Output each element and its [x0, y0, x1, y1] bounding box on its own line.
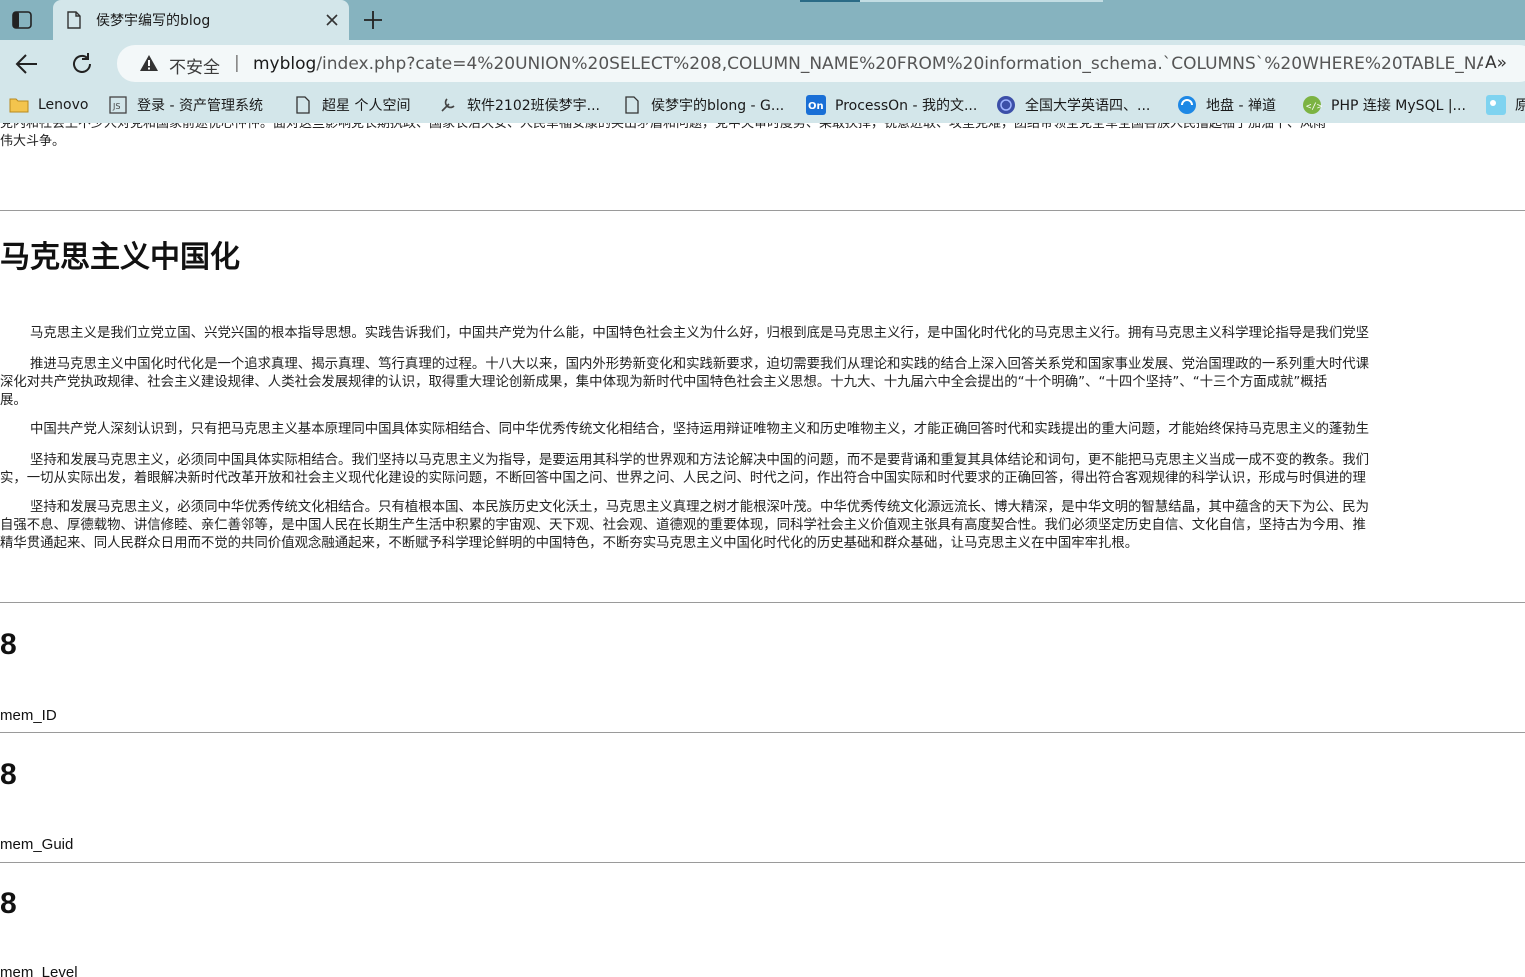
page-content: 党内和社会上不少人对党和国家前途忧心忡忡。面对这些影响党长期执政、国家长治久安、… [0, 123, 1525, 977]
bookmark-label: 登录 - 资产管理系统 [137, 98, 263, 114]
folder-icon [9, 95, 29, 115]
bookmark-label: 软件2102班侯梦宇... [467, 98, 600, 114]
text-line: 坚持和发展马克思主义，必须同中华优秀传统文化相结合。只有植根本国、本民族历史文化… [30, 500, 1370, 515]
text-line: 马克思主义是我们立党立国、兴党兴国的根本指导思想。实践告诉我们，中国共产党为什么… [30, 326, 1370, 341]
bookmark-item[interactable]: </> PHP 连接 MySQL |... [1302, 95, 1466, 115]
reload-icon[interactable] [69, 51, 95, 77]
divider [0, 602, 1525, 603]
tab-actions-icon[interactable] [8, 8, 36, 32]
paragraph: 坚持和发展马克思主义，必须同中华优秀传统文化相结合。只有植根本国、本民族历史文化… [0, 499, 1525, 553]
new-tab-icon[interactable] [360, 8, 386, 32]
url-host: myblog [253, 54, 317, 74]
address-bar[interactable]: 不安全 | myblog/index.php?cate=4%20UNION%20… [117, 45, 1525, 82]
navigation-bar: 不安全 | myblog/index.php?cate=4%20UNION%20… [0, 40, 1525, 87]
active-tab[interactable]: 侯梦宇编写的blog [53, 0, 349, 40]
processon-icon: On [806, 95, 826, 115]
svg-text:</>: </> [1306, 102, 1322, 112]
page-icon [67, 11, 81, 33]
bookmark-label: 地盘 - 禅道 [1206, 98, 1276, 114]
tool-icon [438, 95, 458, 115]
paragraph: 推进马克思主义中国化时代化是一个追求真理、揭示真理、笃行真理的过程。十八大以来，… [0, 356, 1525, 410]
paragraph: 马克思主义是我们立党立国、兴党兴国的根本指导思想。实践告诉我们，中国共产党为什么… [0, 325, 1525, 343]
text-line: 伟大斗争。 [0, 134, 66, 149]
tab-title: 侯梦宇编写的blog [96, 13, 211, 29]
result-content: mem_Level [0, 964, 78, 977]
loading-indicator [800, 0, 860, 2]
result-content: mem_Guid [0, 836, 74, 853]
loading-indicator-track [860, 0, 1103, 2]
previous-article-tail: 党内和社会上不少人对党和国家前途忧心忡忡。面对这些影响党长期执政、国家长治久安、… [0, 123, 1525, 151]
text-line: 自强不息、厚德载物、讲信修睦、亲仁善邻等，是中国人民在长期生产生活中积累的宇宙观… [0, 518, 1366, 533]
text-line: 展。 [0, 393, 27, 408]
svg-text:JS: JS [112, 102, 120, 111]
image-icon [1486, 95, 1506, 115]
close-tab-icon[interactable] [323, 11, 341, 29]
text-line: 党内和社会上不少人对党和国家前途忧心忡忡。面对这些影响党长期执政、国家长治久安、… [0, 123, 1327, 131]
svg-text:On: On [808, 101, 824, 112]
paragraph: 中国共产党人深刻认识到，只有把马克思主义基本原理同中国具体实际相结合、同中华优秀… [0, 421, 1525, 439]
warning-icon[interactable] [139, 54, 159, 76]
text-line: 深化对共产党执政规律、社会主义建设规律、人类社会发展规律的认识，取得重大理论创新… [0, 375, 1328, 390]
result-title: 8 [0, 758, 17, 791]
page-icon [293, 95, 313, 115]
text-line: 精华贯通起来、同人民群众日用而不觉的共同价值观念融通起来，不断赋予科学理论鲜明的… [0, 536, 1139, 551]
url-text[interactable]: myblog/index.php?cate=4%20UNION%20SELECT… [253, 54, 1483, 74]
article-title: 马克思主义中国化 [0, 241, 240, 274]
url-path: /index.php?cate=4%20UNION%20SELECT%208,C… [316, 54, 1483, 74]
globe-icon [996, 95, 1016, 115]
bookmark-item[interactable]: On ProcessOn - 我的文... [806, 95, 977, 115]
bookmark-item[interactable]: 原 [1486, 95, 1525, 115]
text-line: 推进马克思主义中国化时代化是一个追求真理、揭示真理、笃行真理的过程。十八大以来，… [30, 357, 1370, 372]
bookmark-item[interactable]: Lenovo [9, 95, 88, 115]
code-icon: </> [1302, 95, 1322, 115]
zentao-icon [1177, 95, 1197, 115]
bookmark-label: 超星 个人空间 [322, 98, 411, 114]
text-line: 中国共产党人深刻认识到，只有把马克思主义基本原理同中国具体实际相结合、同中华优秀… [30, 422, 1370, 437]
text-line: 坚持和发展马克思主义，必须同中国具体实际相结合。我们坚持以马克思主义为指导，是要… [30, 453, 1370, 468]
back-icon[interactable] [14, 51, 40, 77]
bookmark-label: 原 [1515, 98, 1525, 114]
bookmark-label: 侯梦宇的blong - G... [651, 98, 785, 114]
bookmark-label: ProcessOn - 我的文... [835, 98, 978, 114]
tab-strip: 侯梦宇编写的blog [0, 0, 1525, 40]
insecure-label[interactable]: 不安全 [169, 53, 220, 78]
bookmark-item[interactable]: 地盘 - 禅道 [1177, 95, 1276, 115]
divider [0, 862, 1525, 863]
bookmark-item[interactable]: JS 登录 - 资产管理系统 [108, 95, 263, 115]
result-title: 8 [0, 887, 17, 920]
read-aloud-icon[interactable]: A» [1485, 53, 1507, 73]
result-title: 8 [0, 628, 17, 661]
separator: | [234, 53, 240, 73]
bookmark-label: Lenovo [38, 97, 89, 113]
bookmark-label: PHP 连接 MySQL |... [1331, 98, 1466, 114]
text-line: 实，一切从实际出发，着眼解决新时代改革开放和社会主义现代化建设的实际问题，不断回… [0, 471, 1366, 486]
bookmark-label: 全国大学英语四、... [1025, 98, 1151, 114]
divider [0, 732, 1525, 733]
bookmark-item[interactable]: 全国大学英语四、... [996, 95, 1150, 115]
paragraph: 坚持和发展马克思主义，必须同中国具体实际相结合。我们坚持以马克思主义为指导，是要… [0, 452, 1525, 488]
bookmarks-bar: Lenovo JS 登录 - 资产管理系统 超星 个人空间 软件2102班侯梦宇… [0, 87, 1525, 123]
js-icon: JS [108, 95, 128, 115]
divider [0, 210, 1525, 211]
bookmark-item[interactable]: 侯梦宇的blong - G... [622, 95, 784, 115]
bookmark-item[interactable]: 软件2102班侯梦宇... [438, 95, 600, 115]
result-content: mem_ID [0, 707, 57, 724]
bookmark-item[interactable]: 超星 个人空间 [293, 95, 410, 115]
page-icon [622, 95, 642, 115]
